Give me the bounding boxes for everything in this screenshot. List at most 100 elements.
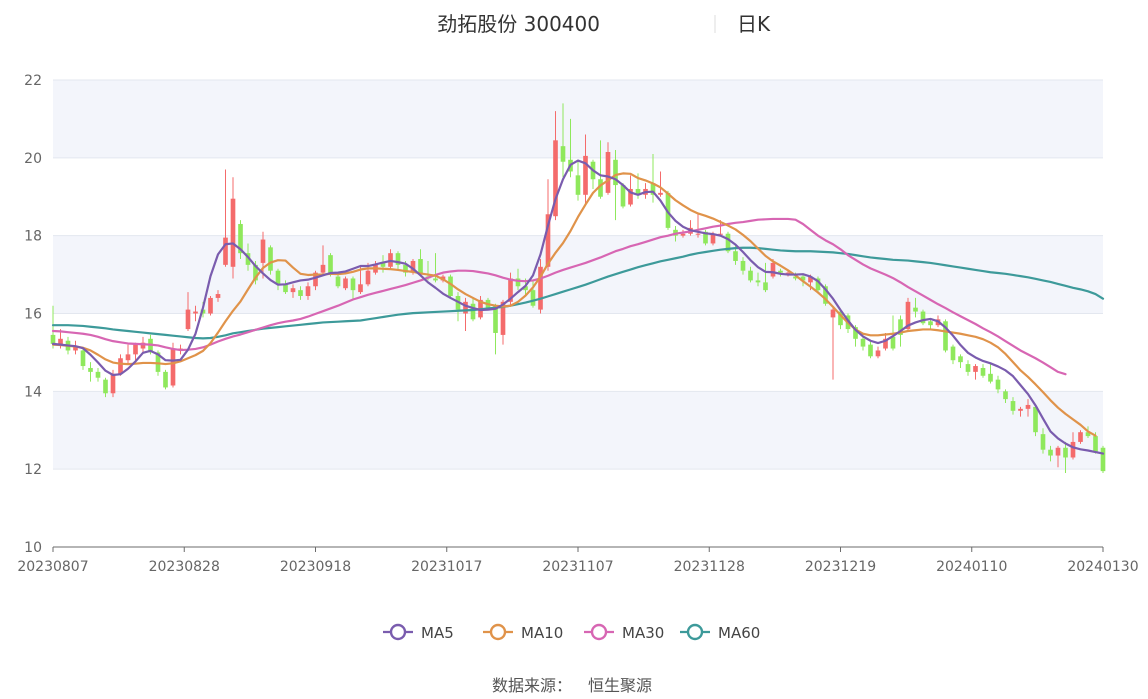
plot-band <box>53 80 1103 158</box>
candle <box>980 364 986 378</box>
candle <box>868 340 873 359</box>
candle-body <box>103 379 108 394</box>
candle-body <box>230 198 236 267</box>
candle-body <box>133 344 138 355</box>
candle <box>1100 445 1106 474</box>
x-tick-label: 20230918 <box>280 559 351 575</box>
x-tick-label: 20231128 <box>674 559 745 575</box>
candle-body <box>118 358 123 374</box>
candle-body <box>1040 434 1046 450</box>
candle-body <box>575 175 581 195</box>
y-axis: 10 12 14 16 18 20 22 <box>24 73 42 556</box>
legend-item: MA10 <box>483 623 563 642</box>
candle-body <box>1010 401 1016 411</box>
candle <box>1078 430 1083 444</box>
candle-body <box>830 309 836 318</box>
candle-body <box>695 233 701 235</box>
candle-body <box>463 301 468 314</box>
legend-marker <box>686 623 704 641</box>
candle-body <box>770 262 776 277</box>
candlestick-chart: 劲拓股份 300400 日K 10121416182022 20230807 20… <box>17 12 1138 695</box>
x-tick-label: 20230828 <box>149 559 220 575</box>
candle-body <box>980 367 986 376</box>
y-tick-label: 16 <box>24 307 42 323</box>
candle <box>943 319 948 353</box>
candle-body <box>875 350 881 357</box>
candle-body <box>163 371 168 388</box>
candle-body <box>95 371 101 378</box>
candle-body <box>530 290 536 306</box>
candle-body <box>260 239 266 263</box>
candle <box>875 346 881 359</box>
candle <box>988 364 993 384</box>
candle-body <box>88 367 93 372</box>
candle-body <box>208 297 213 314</box>
y-tick-label: 20 <box>24 151 42 167</box>
candle-body <box>988 373 993 382</box>
candle-body <box>740 260 746 271</box>
candle-body <box>365 270 371 285</box>
candle-body <box>335 276 341 287</box>
legend-label: MA10 <box>521 624 563 642</box>
candle-body <box>1025 404 1031 409</box>
candle-body <box>913 307 918 312</box>
x-tick-label: 20240110 <box>936 559 1007 575</box>
legend-marker <box>489 623 507 641</box>
candle <box>455 292 461 322</box>
x-tick-label: 20230807 <box>17 559 88 575</box>
y-tick-label: 10 <box>24 540 42 556</box>
candle-body <box>1093 436 1098 452</box>
candle-body <box>328 255 333 273</box>
candle <box>80 348 86 370</box>
candle <box>860 336 866 351</box>
candle <box>613 150 618 221</box>
candle-body <box>995 379 1001 390</box>
candle-body <box>50 334 56 344</box>
candle-body <box>223 237 228 265</box>
x-tick-label: 20240130 <box>1067 559 1138 575</box>
plot-band <box>53 391 1103 470</box>
candle-body <box>778 270 783 273</box>
candle-body <box>358 284 363 293</box>
candle <box>965 360 971 376</box>
candle <box>163 369 168 390</box>
candle <box>973 364 978 380</box>
x-tick-label: 20231107 <box>542 559 613 575</box>
candle-body <box>470 303 476 320</box>
candle-body <box>928 321 933 326</box>
candle <box>268 245 273 275</box>
candle <box>95 367 101 382</box>
source-label: 数据来源： <box>492 676 572 695</box>
candle-body <box>80 350 86 367</box>
candle <box>950 344 956 365</box>
source-name: 恒生聚源 <box>588 676 652 695</box>
candle-body <box>1033 406 1038 433</box>
legend-label: MA60 <box>718 624 760 642</box>
candle-body <box>185 309 191 330</box>
candle <box>695 214 701 238</box>
candle-body <box>658 192 663 195</box>
legend: MA5 MA10 MA30 MA60 <box>383 623 760 642</box>
candle-body <box>170 348 176 386</box>
candle-body <box>733 251 738 261</box>
legend-item: MA5 <box>383 623 454 642</box>
chart-title: 劲拓股份 300400 <box>437 12 600 36</box>
candle-body <box>433 278 438 281</box>
candle-body <box>1048 449 1053 456</box>
candle-body <box>890 336 896 349</box>
candle <box>995 375 1001 394</box>
y-tick-label: 18 <box>24 229 42 245</box>
candle-body <box>275 270 281 285</box>
candle <box>658 171 663 197</box>
candle <box>688 220 693 236</box>
candle <box>125 344 131 365</box>
candle-body <box>290 288 296 293</box>
candle-body <box>1078 432 1083 442</box>
candle-body <box>755 280 761 283</box>
candle <box>238 220 243 260</box>
legend-item: MA30 <box>584 623 664 642</box>
candle-body <box>305 286 311 296</box>
x-tick-label: 20231017 <box>411 559 482 575</box>
candle-body <box>125 354 131 361</box>
candle-body <box>965 364 971 372</box>
